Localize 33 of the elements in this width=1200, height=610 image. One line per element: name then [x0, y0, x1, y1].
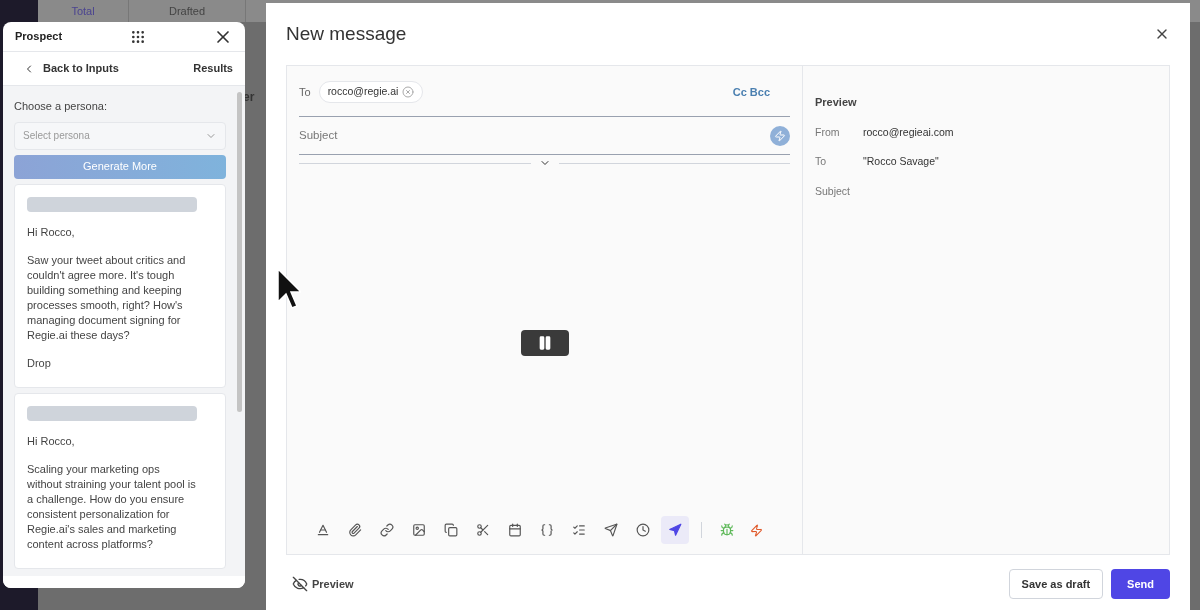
back-button[interactable]: Back to Inputs — [23, 60, 119, 77]
to-label: To — [299, 84, 311, 100]
draft-card[interactable]: Hi Rocco, Saw your tweet about critics and couldn't agree more. It's tough building something and keeping processes smooth, right? How's managing document signing for Regie.ai these days? Drop — [14, 183, 226, 388]
preview-value: rocco@regieai.com — [863, 124, 954, 140]
panel-title: Prospect — [15, 29, 63, 45]
draft-body: Saw your tweet about critics and couldn't agree more. It's tough building something and keeping processes smooth, right? How's managing document signing for Regie.ai these days? — [27, 252, 187, 343]
draft-greeting: Hi Rocco, — [27, 433, 76, 449]
preview-label: Subject — [815, 184, 852, 199]
grid-icon[interactable] — [129, 28, 146, 45]
draft-greeting: Hi Rocco, — [27, 224, 76, 240]
preview-label: To — [815, 154, 828, 170]
send-button[interactable]: Send — [1111, 569, 1170, 599]
results-label[interactable]: Results — [193, 60, 233, 77]
preview-value: "Rocco Savage" — [863, 154, 939, 170]
preview-toggle[interactable]: Preview — [292, 575, 354, 593]
scrollbar-thumb[interactable] — [237, 92, 242, 412]
subject-field[interactable]: Subject — [299, 126, 770, 145]
pointer-icon[interactable] — [661, 516, 689, 544]
draft-card[interactable]: Hi Rocco, Scaling your marketing ops without straining your talent pool is a challenge. How do you ensure consistent personalization for Regie.ai's sales and marketing content across platforms? — [14, 392, 226, 569]
column-header: Total — [71, 3, 95, 19]
persona-label: Choose a persona: — [14, 99, 108, 114]
cc-bcc-link[interactable]: Cc Bcc — [732, 83, 770, 101]
dialog-title: New message — [286, 21, 407, 46]
draft-sign-off: Drop — [27, 355, 52, 371]
eye-off-icon — [292, 576, 308, 592]
select-placeholder: Select persona — [23, 129, 90, 143]
preview-title: Preview — [815, 95, 858, 110]
preview-label: From — [815, 124, 841, 140]
pause-button[interactable] — [520, 329, 569, 356]
draft-body: Scaling your marketing ops without straining your talent pool is a challenge. How do you ensure consistent personalization for Regie.ai's sales and marketing content across platforms? — [27, 461, 197, 552]
save-draft-button[interactable]: Save as draft — [1008, 569, 1104, 599]
recipient-chip[interactable]: rocco@regie.ai — [318, 81, 424, 103]
column-header: Drafted — [168, 3, 206, 19]
